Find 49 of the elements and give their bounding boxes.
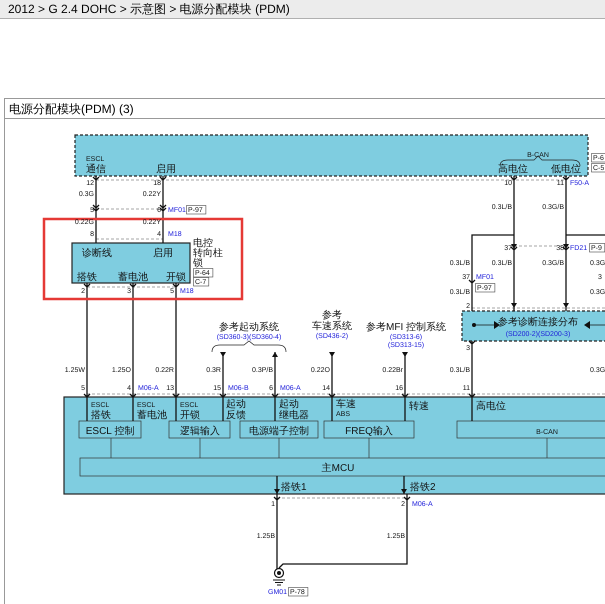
diagram-label: 搭铁 — [77, 272, 97, 283]
diagram-label: 高电位 — [498, 164, 528, 175]
diagram-label: 搭铁 — [91, 410, 111, 421]
diagram-label: 低电位 — [551, 164, 581, 175]
wire — [401, 351, 409, 422]
wire — [271, 351, 279, 422]
diagram-label: 开锁 — [180, 410, 200, 421]
diagram-label: 车速系统 — [312, 321, 352, 332]
right-arrow-icon — [472, 321, 500, 329]
diagram-label: 起动 — [226, 399, 246, 410]
diagram-label: 启用 — [153, 248, 173, 259]
diagram-label: 反馈 — [226, 410, 246, 421]
diagram-label: 参考诊断连接分布 — [498, 317, 578, 328]
diagram-label: 转速 — [409, 401, 429, 412]
diagram-label: 高电位 — [476, 401, 506, 412]
diagram-label: FREQ输入 — [345, 426, 393, 437]
wire — [219, 351, 227, 422]
diagram-label: 车速 — [336, 399, 356, 410]
diagram-label: 开锁 — [166, 272, 186, 283]
diagram-label: 转向柱 — [193, 248, 223, 259]
diagram-label: 启用 — [156, 164, 176, 175]
diagram-label: 参考起动系统 — [219, 322, 279, 333]
diagram-label: 诊断线 — [82, 248, 112, 259]
wire — [92, 175, 100, 244]
function-block — [78, 420, 142, 438]
diagram-label: 参考MFI 控制系统 — [366, 322, 446, 333]
wire — [159, 175, 167, 244]
diagram-label: 锁 — [193, 258, 203, 269]
diagram-label: 起动 — [279, 399, 299, 410]
function-block — [168, 420, 230, 438]
dashed-line — [96, 238, 164, 240]
ground-icon — [272, 568, 286, 586]
dashed-line — [96, 208, 164, 210]
left-arrow-icon — [584, 321, 605, 329]
diagram-label: 电控 — [193, 238, 213, 249]
diagram-label: 蓄电池 — [118, 272, 148, 283]
diagram-label: 逻辑输入 — [180, 426, 220, 437]
diagram-label: 电源端子控制 — [249, 426, 309, 437]
diagram-label: 参考 — [322, 310, 342, 321]
diagram-label: 搭铁2 — [410, 482, 436, 493]
diagram-label: 蓄电池 — [137, 410, 167, 421]
panel-title: 电源分配模块(PDM) (3) — [5, 99, 605, 119]
diagram-label: 通信 — [86, 164, 106, 175]
diagram-label: 主MCU — [322, 463, 354, 474]
diagram-label: 继电器 — [279, 410, 309, 421]
diagram-label: ESCL 控制 — [86, 426, 134, 437]
wire — [328, 351, 336, 422]
breadcrumb-bar: 2012 > G 2.4 DOHC > 示意图 > 电源分配模块 (PDM) — [0, 0, 605, 19]
diagram-label: 搭铁1 — [281, 482, 307, 493]
